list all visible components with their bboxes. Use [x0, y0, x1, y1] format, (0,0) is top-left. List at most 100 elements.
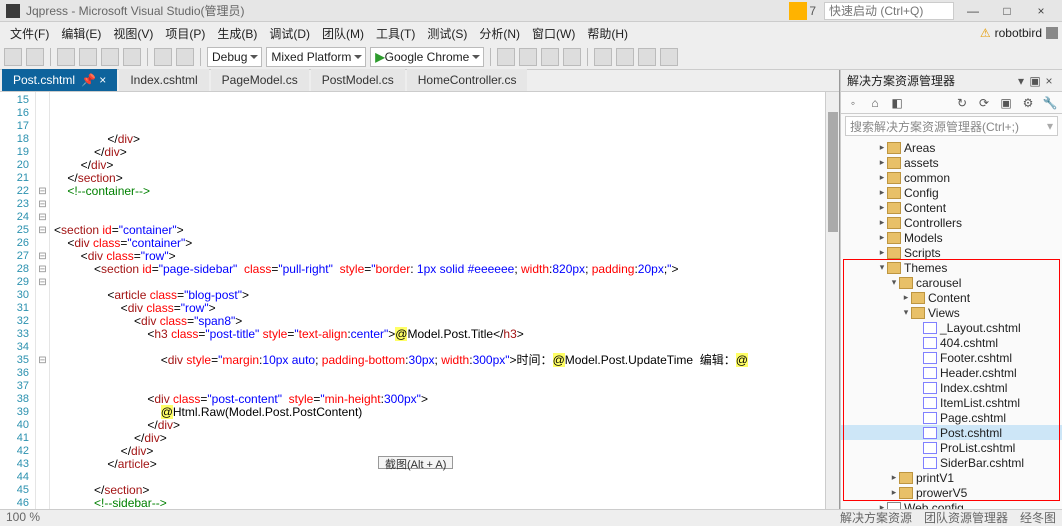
notify-count: 7 — [809, 4, 816, 18]
title-bar: Jqpress - Microsoft Visual Studio(管理员) 7… — [0, 0, 1062, 22]
open-file-button[interactable] — [79, 48, 97, 66]
quick-launch-input[interactable] — [824, 2, 954, 20]
tool-button-2[interactable] — [519, 48, 537, 66]
save-button[interactable] — [101, 48, 119, 66]
maximize-button[interactable]: □ — [992, 4, 1022, 18]
tree-node[interactable]: ProList.cshtml — [841, 440, 1062, 455]
tree-node[interactable]: ▸printV1 — [841, 470, 1062, 485]
menu-item[interactable]: 文件(F) — [4, 27, 55, 41]
tool-button-3[interactable] — [541, 48, 559, 66]
tree-node[interactable]: ▸prowerV5 — [841, 485, 1062, 500]
redo-button[interactable] — [176, 48, 194, 66]
tree-node[interactable]: ▸Scripts — [841, 245, 1062, 260]
tree-node[interactable]: ▸Content — [841, 290, 1062, 305]
show-all-button[interactable]: ▣ — [998, 95, 1014, 111]
menu-item[interactable]: 生成(B) — [211, 27, 263, 41]
tool-button-8[interactable] — [660, 48, 678, 66]
editor-tab[interactable]: Post.cshtml📌 × — [2, 69, 117, 91]
tree-node[interactable]: 404.cshtml — [841, 335, 1062, 350]
menu-item[interactable]: 测试(S) — [421, 27, 473, 41]
editor-tab[interactable]: HomeController.cs — [407, 69, 528, 91]
menu-item[interactable]: 帮助(H) — [581, 27, 634, 41]
properties-button[interactable]: ⚙ — [1020, 95, 1036, 111]
panel-close-button[interactable]: × — [1042, 74, 1056, 88]
tree-node[interactable]: ▸Controllers — [841, 215, 1062, 230]
editor-tab-bar: Post.cshtml📌 ×Index.cshtmlPageModel.csPo… — [0, 70, 839, 92]
tree-node[interactable]: ▾Themes — [841, 260, 1062, 275]
zoom-level[interactable]: 100 % — [6, 510, 40, 524]
new-project-button[interactable] — [57, 48, 75, 66]
editor-tab[interactable]: Index.cshtml — [119, 69, 208, 91]
tree-node[interactable]: Footer.cshtml — [841, 350, 1062, 365]
tool-button-6[interactable] — [616, 48, 634, 66]
menu-item[interactable]: 分析(N) — [473, 27, 526, 41]
warning-icon: ⚠ — [980, 26, 991, 40]
home-view-button[interactable]: ⌂ — [867, 95, 883, 111]
platform-combo[interactable]: Mixed Platform — [266, 47, 366, 67]
app-icon — [6, 4, 20, 18]
code-editor[interactable]: 截图(Alt + A) </div> </div> </div> </secti… — [50, 92, 825, 509]
menu-item[interactable]: 编辑(E) — [55, 27, 107, 41]
tree-node[interactable]: ▸Config — [841, 185, 1062, 200]
sync-button[interactable]: ↻ — [954, 95, 970, 111]
user-caret-icon[interactable] — [1046, 27, 1058, 39]
menu-item[interactable]: 工具(T) — [370, 27, 421, 41]
status-link-3[interactable]: 经冬图 — [1020, 509, 1056, 526]
fold-margin[interactable]: ⊟⊟⊟⊟⊟⊟⊟⊟ — [36, 92, 50, 509]
menu-item[interactable]: 视图(V) — [107, 27, 159, 41]
home-button[interactable]: ◦ — [845, 95, 861, 111]
wrench-button[interactable]: 🔧 — [1042, 95, 1058, 111]
toolbar: Debug Mixed Platform ▶ Google Chrome — [0, 44, 1062, 70]
menu-item[interactable]: 团队(M) — [316, 27, 370, 41]
collapse-button[interactable]: ◧ — [889, 95, 905, 111]
tree-node[interactable]: ▸assets — [841, 155, 1062, 170]
tree-node[interactable]: ▾carousel — [841, 275, 1062, 290]
tree-node[interactable]: Header.cshtml — [841, 365, 1062, 380]
tree-node[interactable]: ▸Areas — [841, 140, 1062, 155]
editor-tab[interactable]: PostModel.cs — [311, 69, 405, 91]
solution-search-input[interactable]: 搜索解决方案资源管理器(Ctrl+;) ▾ — [845, 116, 1058, 136]
solution-tree[interactable]: ▸Areas▸assets▸common▸Config▸Content▸Cont… — [841, 138, 1062, 509]
tree-node[interactable]: Page.cshtml — [841, 410, 1062, 425]
panel-title: 解决方案资源管理器 — [847, 72, 955, 89]
solution-explorer: 解决方案资源管理器 ▾ ▣ × ◦ ⌂ ◧ ↻ ⟳ ▣ ⚙ 🔧 搜索解决方案资源… — [840, 70, 1062, 509]
tooltip: 截图(Alt + A) — [378, 456, 453, 469]
tree-node[interactable]: ▾Views — [841, 305, 1062, 320]
config-combo[interactable]: Debug — [207, 47, 262, 67]
menu-item[interactable]: 项目(P) — [159, 27, 211, 41]
tree-node[interactable]: ▸Models — [841, 230, 1062, 245]
save-all-button[interactable] — [123, 48, 141, 66]
close-button[interactable]: × — [1026, 4, 1056, 18]
notify-icon[interactable] — [789, 2, 807, 20]
editor-tab[interactable]: PageModel.cs — [211, 69, 309, 91]
tree-node[interactable]: Index.cshtml — [841, 380, 1062, 395]
tree-node[interactable]: ▸common — [841, 170, 1062, 185]
refresh-button[interactable]: ⟳ — [976, 95, 992, 111]
menu-item[interactable]: 调试(D) — [263, 27, 316, 41]
menu-item[interactable]: 窗口(W) — [526, 27, 581, 41]
panel-pin-button[interactable]: ▣ — [1028, 74, 1042, 88]
play-icon: ▶ — [375, 50, 384, 64]
tool-button-4[interactable] — [563, 48, 581, 66]
panel-dropdown-button[interactable]: ▾ — [1014, 74, 1028, 88]
tree-node[interactable]: ▸Content — [841, 200, 1062, 215]
tool-button-1[interactable] — [497, 48, 515, 66]
status-link-2[interactable]: 团队资源管理器 — [924, 509, 1008, 526]
run-target-combo[interactable]: ▶ Google Chrome — [370, 47, 484, 67]
tool-button-7[interactable] — [638, 48, 656, 66]
minimize-button[interactable]: — — [958, 4, 988, 18]
undo-button[interactable] — [154, 48, 172, 66]
user-name[interactable]: robotbird — [995, 26, 1042, 40]
menu-bar: 文件(F)编辑(E)视图(V)项目(P)生成(B)调试(D)团队(M)工具(T)… — [0, 22, 1062, 44]
status-link-1[interactable]: 解决方案资源 — [840, 509, 912, 526]
editor-scrollbar[interactable] — [825, 92, 839, 509]
line-number-gutter: 1516171819202122232425262728293031323334… — [0, 92, 36, 509]
nav-back-button[interactable] — [4, 48, 22, 66]
tree-node[interactable]: ▸Web.config — [841, 500, 1062, 509]
tool-button-5[interactable] — [594, 48, 612, 66]
tree-node[interactable]: ItemList.cshtml — [841, 395, 1062, 410]
tree-node[interactable]: Post.cshtml — [841, 425, 1062, 440]
nav-forward-button[interactable] — [26, 48, 44, 66]
tree-node[interactable]: _Layout.cshtml — [841, 320, 1062, 335]
tree-node[interactable]: SiderBar.cshtml — [841, 455, 1062, 470]
